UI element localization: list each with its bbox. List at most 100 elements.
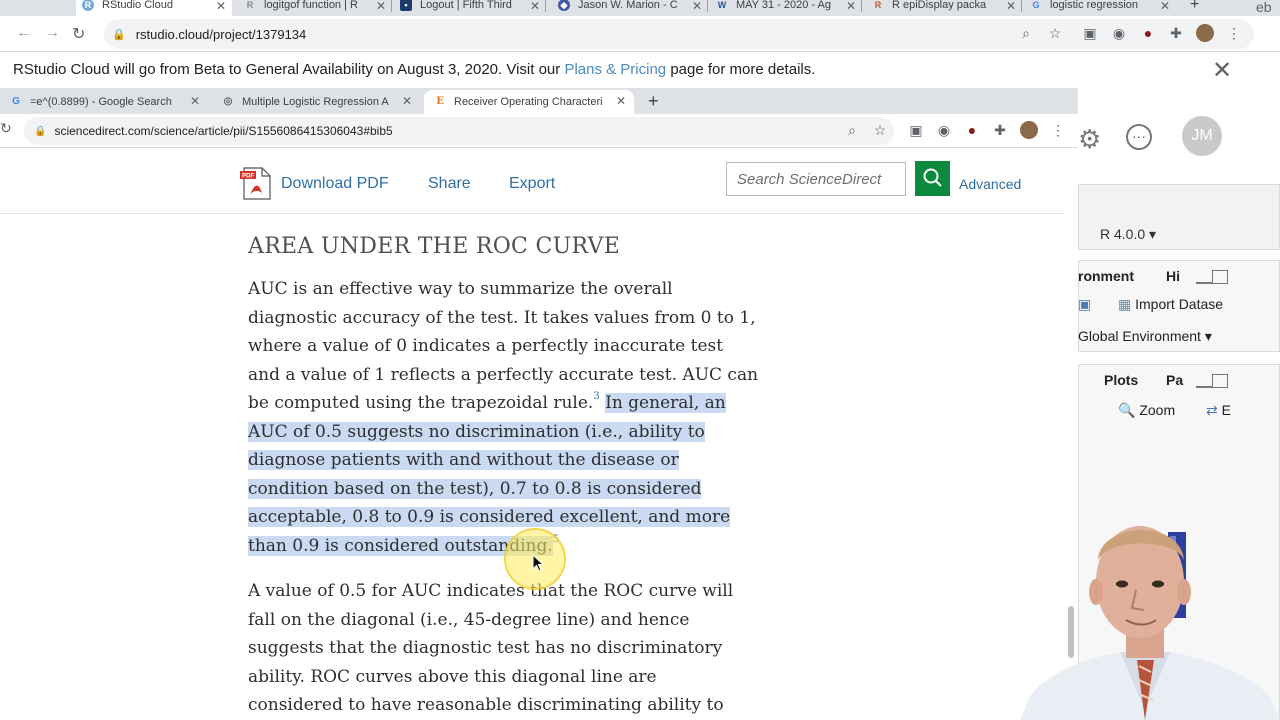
- partial-label: eb: [1256, 0, 1272, 15]
- close-icon[interactable]: ✕: [1160, 0, 1170, 13]
- inner-tab-strip: G =e^(0.8899) - Google Search ✕ ◎ Multip…: [0, 88, 1078, 114]
- close-icon[interactable]: ✕: [1006, 0, 1016, 13]
- avatar[interactable]: JM: [1182, 116, 1222, 156]
- global-environment-dropdown[interactable]: Global Environment ▾: [1078, 328, 1212, 345]
- article-line: be computed using the trapezoidal rule.3…: [248, 389, 726, 417]
- search-icon: [923, 168, 942, 187]
- r-docs-icon: R: [874, 0, 882, 10]
- outer-tab-logitgof[interactable]: R logitgof function | R ✕: [238, 0, 392, 16]
- close-icon[interactable]: ✕: [530, 0, 540, 13]
- import-dataset-button[interactable]: ▦ Import Datase: [1118, 296, 1223, 313]
- star-icon[interactable]: ☆: [872, 122, 888, 138]
- close-icon[interactable]: ✕: [376, 0, 386, 13]
- tab-history[interactable]: Hi: [1166, 268, 1180, 284]
- tab-title: logistic regression: [1050, 0, 1139, 11]
- new-tab-button[interactable]: +: [648, 91, 659, 112]
- more-options-icon[interactable]: ···: [1126, 124, 1152, 150]
- search-button[interactable]: [915, 161, 950, 196]
- outer-tab-epidisplay[interactable]: R R epiDisplay packa ✕: [866, 0, 1022, 16]
- globe-icon: ◎: [223, 96, 233, 107]
- tab-packages[interactable]: Pa: [1166, 372, 1183, 388]
- gear-icon[interactable]: ⚙: [1078, 124, 1101, 155]
- export-button[interactable]: ⇄ E: [1206, 402, 1231, 419]
- close-icon[interactable]: ✕: [846, 0, 856, 13]
- save-workspace-icon[interactable]: ▣: [1078, 296, 1091, 313]
- article-line: and a value of 1 reflects a perfectly ac…: [248, 364, 759, 385]
- extension-icon[interactable]: ●: [1140, 25, 1156, 41]
- article-line-highlighted: condition based on the test), 0.7 to 0.8…: [248, 475, 702, 503]
- mouse-cursor-icon: [532, 554, 544, 572]
- reload-icon[interactable]: ↻: [0, 120, 12, 137]
- inner-url-field[interactable]: 🔒 sciencedirect.com/science/article/pii/…: [24, 117, 894, 145]
- plans-pricing-link[interactable]: Plans & Pricing: [564, 61, 666, 78]
- outer-tab-fifth-third[interactable]: ▪ Logout | Fifth Third ✕: [394, 0, 546, 16]
- tab-title: MAY 31 - 2020 - Ag: [736, 0, 831, 11]
- extension-icon[interactable]: ◉: [1111, 25, 1127, 41]
- extension-icon[interactable]: ●: [964, 122, 980, 138]
- tab-title: RStudio Cloud: [102, 0, 173, 11]
- export-link[interactable]: Export: [509, 175, 555, 193]
- outer-tab-rstudio[interactable]: R RStudio Cloud ✕: [76, 0, 232, 16]
- close-icon[interactable]: ✕: [216, 0, 226, 13]
- profile-avatar-icon[interactable]: [1196, 24, 1214, 42]
- r-version-selector[interactable]: R 4.0.0 ▾: [1100, 226, 1156, 243]
- share-link[interactable]: Share: [428, 175, 471, 193]
- google-icon: G: [12, 96, 20, 107]
- tab-plots[interactable]: Plots: [1104, 372, 1138, 388]
- profile-icon: ◆: [558, 0, 570, 11]
- article-line: fall on the diagonal (i.e., 45-degree li…: [248, 609, 690, 630]
- maximize-icon[interactable]: [1212, 270, 1228, 284]
- advanced-search-link[interactable]: Advanced: [959, 176, 1021, 192]
- new-tab-button[interactable]: +: [1184, 0, 1208, 16]
- maximize-icon[interactable]: [1212, 374, 1228, 388]
- inner-tab-roc[interactable]: E Receiver Operating Characteri ✕: [424, 90, 634, 114]
- inner-tab-logistic[interactable]: ◎ Multiple Logistic Regression A ✕: [212, 90, 420, 114]
- close-icon[interactable]: ✕: [190, 94, 200, 108]
- zoom-icon[interactable]: ⌕: [1018, 25, 1034, 41]
- menu-dots-icon[interactable]: ⋮: [1226, 25, 1242, 41]
- close-icon[interactable]: ✕: [616, 94, 626, 108]
- tab-environment[interactable]: ronment: [1078, 268, 1134, 284]
- puzzle-icon[interactable]: ✚: [1168, 25, 1184, 41]
- extension-icon[interactable]: ▣: [908, 122, 924, 138]
- export-icon: ⇄: [1206, 402, 1218, 418]
- rstudio-icon: R: [82, 0, 94, 11]
- profile-avatar-icon[interactable]: [1020, 121, 1038, 139]
- zoom-button[interactable]: 🔍 Zoom: [1118, 402, 1175, 419]
- star-icon[interactable]: ☆: [1047, 25, 1063, 41]
- back-arrow-icon[interactable]: ←: [16, 24, 32, 42]
- article-line-highlighted: AUC of 0.5 suggests no discrimination (i…: [248, 418, 705, 446]
- zoom-icon[interactable]: ⌕: [844, 122, 860, 138]
- article-line: suggests that the diagnostic test has no…: [248, 638, 723, 658]
- extension-icon[interactable]: ◉: [936, 122, 952, 138]
- minimize-icon[interactable]: [1196, 274, 1212, 284]
- svg-text:PDF: PDF: [242, 174, 254, 180]
- r-docs-icon: R: [246, 0, 254, 10]
- inner-tab-google[interactable]: G =e^(0.8899) - Google Search ✕: [0, 90, 208, 114]
- elsevier-icon: E: [436, 96, 444, 107]
- close-icon[interactable]: ✕: [1212, 56, 1232, 85]
- reload-icon[interactable]: ↻: [72, 24, 85, 44]
- puzzle-icon[interactable]: ✚: [992, 122, 1008, 138]
- global-env-label: Global Environment: [1078, 328, 1201, 344]
- outer-tab-logistic[interactable]: G logistic regression ✕: [1024, 0, 1176, 16]
- export-label: E: [1221, 402, 1231, 418]
- forward-arrow-icon[interactable]: →: [44, 24, 60, 42]
- pdf-icon[interactable]: PDF: [240, 167, 272, 200]
- outer-tab-profile[interactable]: ◆ Jason W. Marion - C ✕: [552, 0, 708, 16]
- search-input[interactable]: Search ScienceDirect: [726, 162, 906, 196]
- tab-title: =e^(0.8899) - Google Search: [30, 96, 172, 108]
- article-text: be computed using the trapezoidal rule.: [248, 393, 594, 413]
- highlighted-text: AUC of 0.5 suggests no discrimination (i…: [248, 421, 705, 442]
- minimize-icon[interactable]: [1196, 378, 1212, 388]
- tab-title: Receiver Operating Characteri: [454, 96, 603, 108]
- menu-dots-icon[interactable]: ⋮: [1050, 122, 1066, 138]
- close-icon[interactable]: ✕: [402, 94, 412, 108]
- extension-icon[interactable]: ▣: [1082, 25, 1098, 41]
- download-pdf-link[interactable]: Download PDF: [281, 175, 389, 193]
- citation-link[interactable]: 3: [593, 391, 599, 402]
- outer-tab-word[interactable]: W MAY 31 - 2020 - Ag ✕: [710, 0, 862, 16]
- close-icon[interactable]: ✕: [692, 0, 702, 13]
- article-line: diagnostic accuracy of the test. It take…: [248, 307, 756, 328]
- banner-text-end: page for more details.: [666, 61, 816, 78]
